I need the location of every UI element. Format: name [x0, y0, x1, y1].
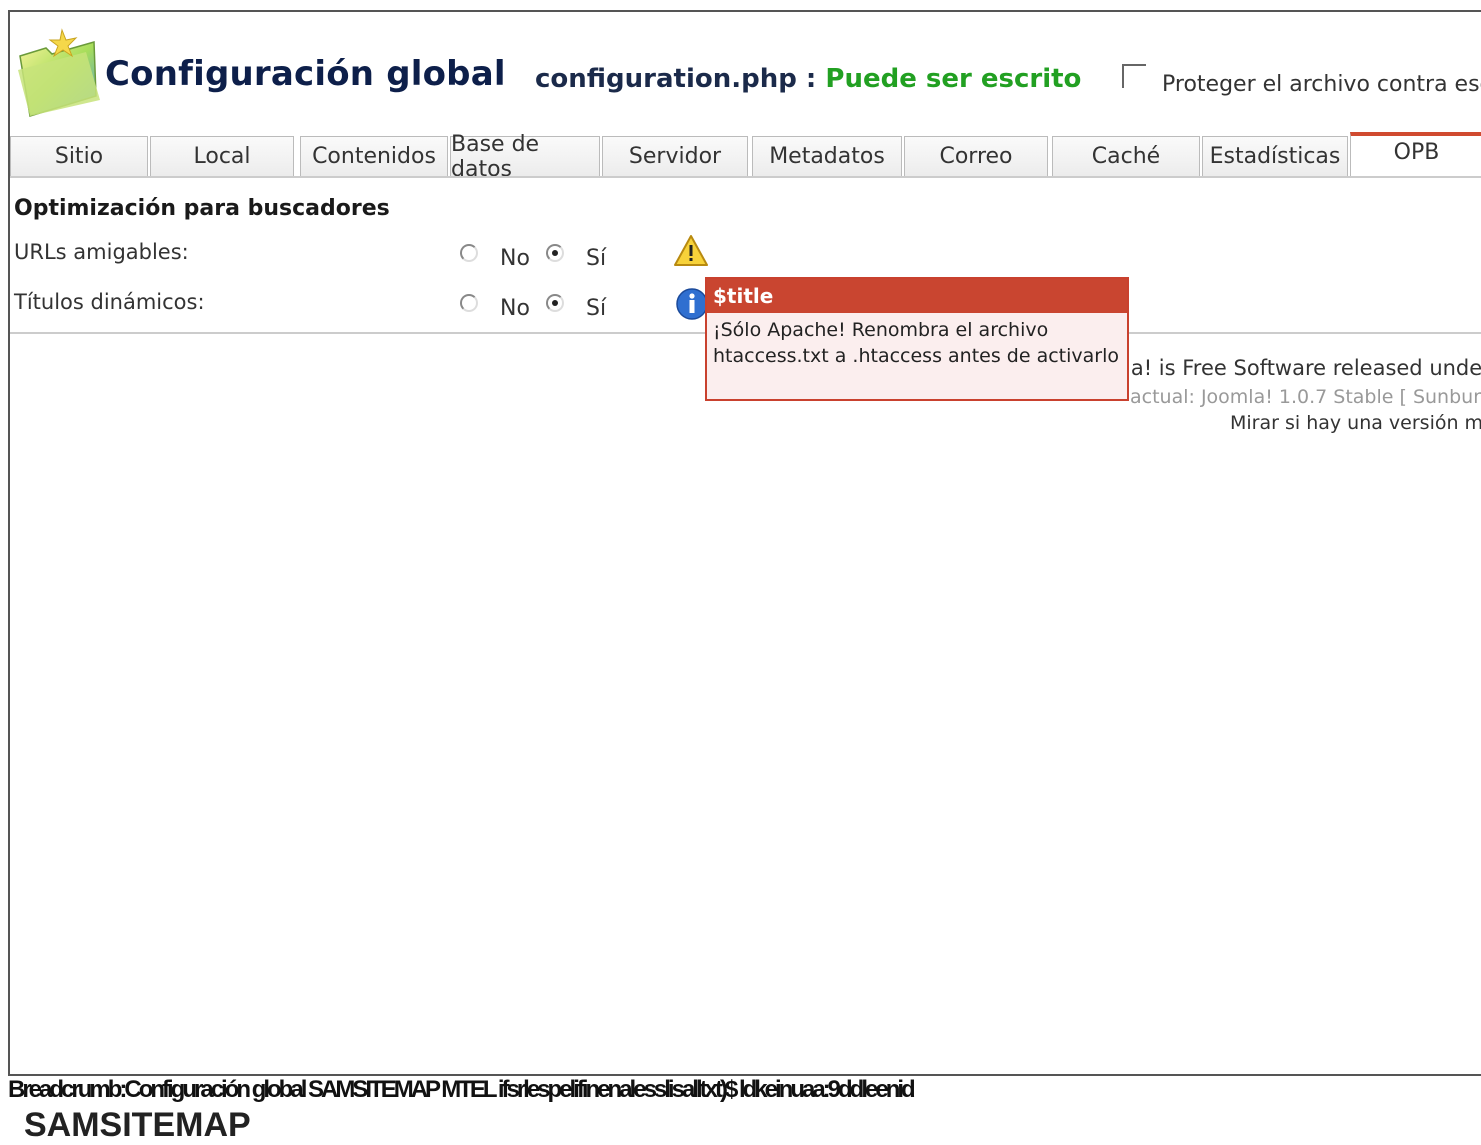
tab-correo[interactable]: Correo	[904, 136, 1048, 176]
header: Configuración global configuration.php :…	[10, 12, 1481, 132]
titulos-dinamicos-no-label: No	[500, 296, 530, 321]
tab-servidor[interactable]: Servidor	[602, 136, 748, 176]
protect-file-checkbox[interactable]	[1122, 64, 1146, 88]
tab-sitio[interactable]: Sitio	[10, 136, 148, 176]
tooltip-text: ¡Sólo Apache! Renombra el archivo htacce…	[713, 319, 1119, 367]
tab-opb[interactable]: OPB	[1350, 132, 1481, 176]
tab-cache[interactable]: Caché	[1052, 136, 1200, 176]
warning-icon[interactable]	[673, 234, 709, 268]
urls-amigables-no-label: No	[500, 246, 530, 271]
footer-license-text: la! is Free Software released unde	[1125, 356, 1481, 380]
tab-local[interactable]: Local	[150, 136, 294, 176]
footer-version-text: actual: Joomla! 1.0.7 Stable [ Sunburs	[1130, 386, 1481, 408]
folder-config-icon	[18, 28, 100, 117]
titulos-dinamicos-no-radio[interactable]	[460, 294, 478, 312]
config-file-status: configuration.php : Puede ser escrito	[535, 64, 1081, 94]
tooltip: $title ¡Sólo Apache! Renombra el archivo…	[705, 277, 1129, 401]
titulos-dinamicos-si-label: Sí	[586, 296, 607, 321]
tooltip-title: $title	[707, 279, 1127, 313]
page-title: Configuración global	[105, 54, 506, 94]
urls-amigables-si-radio[interactable]	[546, 244, 564, 262]
tab-contenidos[interactable]: Contenidos	[300, 136, 448, 176]
titulos-dinamicos-label: Títulos dinámicos:	[14, 290, 205, 314]
tab-divider	[10, 176, 1481, 178]
config-file-name: configuration.php :	[535, 64, 817, 94]
tab-base-de-datos[interactable]: Base de datos	[450, 132, 600, 182]
config-panel: Configuración global configuration.php :…	[8, 10, 1481, 1076]
urls-amigables-no-radio[interactable]	[460, 244, 478, 262]
protect-file-label: Proteger el archivo contra escri	[1162, 72, 1481, 97]
titulos-dinamicos-si-radio[interactable]	[546, 294, 564, 312]
urls-amigables-si-label: Sí	[586, 246, 607, 271]
info-icon[interactable]	[675, 287, 709, 321]
tab-estadisticas[interactable]: Estadísticas	[1202, 136, 1348, 176]
config-writable-status: Puede ser escrito	[825, 64, 1082, 94]
footer-check-version-link[interactable]: Mirar si hay una versión má	[1230, 412, 1481, 434]
tab-bar: Sitio Local Contenidos Base de datos Ser…	[10, 132, 1481, 182]
overlapping-text: Breadcrumb:Configuración global SAMSITEM…	[8, 1076, 916, 1103]
urls-amigables-label: URLs amigables:	[14, 240, 189, 264]
section-title: Optimización para buscadores	[14, 196, 390, 221]
samsitemap-text: SAMSITEMAP	[24, 1106, 251, 1144]
tab-metadatos[interactable]: Metadatos	[752, 136, 902, 176]
